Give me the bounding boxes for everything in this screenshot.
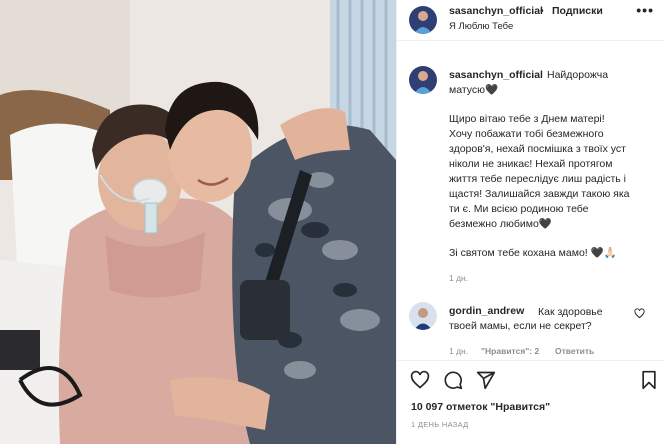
caption-line: Щиро вітаю тебе з Днем матері! (449, 113, 605, 125)
caption-second-line: матусю🖤 (449, 84, 499, 96)
post-date[interactable]: 1 ДЕНЬ НАЗАД (411, 420, 469, 429)
audio-label[interactable]: Я Люблю Тебе (449, 21, 513, 32)
avatar-image (409, 66, 437, 94)
header-separator: • (540, 5, 544, 17)
post-details-panel: sasanchyn_official • Подписки Я Люблю Те… (396, 0, 665, 444)
post-photo[interactable] (0, 0, 396, 444)
comment-username[interactable]: gordin_andrew (449, 305, 524, 317)
bookmark-icon[interactable] (640, 370, 658, 390)
caption-line: безмежно любимо🖤 (449, 218, 552, 230)
follow-button[interactable]: Подписки (552, 5, 603, 17)
header-username[interactable]: sasanchyn_official (449, 5, 543, 17)
share-icon[interactable] (476, 370, 496, 390)
post-actions: 10 097 отметок "Нравится" 1 ДЕНЬ НАЗАД (397, 360, 665, 445)
caption-line: ти є. Ми всією родиною тебе (449, 203, 589, 215)
commenter-avatar[interactable] (409, 302, 437, 330)
comment-time[interactable]: 1 дн. (449, 346, 468, 356)
comment-like-heart-icon[interactable] (634, 308, 645, 319)
comment-likes[interactable]: "Нравится": 2 (481, 346, 539, 356)
comment-icon[interactable] (443, 370, 463, 390)
caption-line: здоров'я, нехай посмішка з твоїх уст (449, 143, 626, 155)
likes-count[interactable]: 10 097 отметок "Нравится" (411, 401, 550, 413)
avatar-image (409, 6, 437, 34)
avatar-image (409, 302, 437, 330)
author-avatar[interactable] (409, 6, 437, 34)
comment-text-line: твоей мамы, если не секрет? (449, 320, 592, 332)
caption-time[interactable]: 1 дн. (449, 273, 468, 283)
caption-line: ніколи не зникає! Нехай протягом (449, 158, 613, 170)
caption-closing: Зі святом тебе кохана мамо! 🖤🙏🏻 (449, 247, 617, 259)
caption-line: життя тебе переслідує лиш радість і (449, 173, 626, 185)
heart-icon[interactable] (410, 370, 430, 390)
caption-first-line: Найдорожча (547, 69, 609, 81)
caption-line: Хочу побажати тобі безмежного (449, 128, 604, 140)
post-header: sasanchyn_official • Подписки Я Люблю Те… (397, 0, 665, 41)
caption-line: щастя! Залишайся завжди такою яка (449, 188, 630, 200)
comment-text-line: Как здоровье (538, 306, 603, 318)
caption-avatar[interactable] (409, 66, 437, 94)
reply-button[interactable]: Ответить (555, 346, 594, 356)
caption-username[interactable]: sasanchyn_official (449, 69, 543, 81)
more-icon[interactable]: ••• (636, 2, 654, 18)
photo-image (0, 0, 396, 444)
